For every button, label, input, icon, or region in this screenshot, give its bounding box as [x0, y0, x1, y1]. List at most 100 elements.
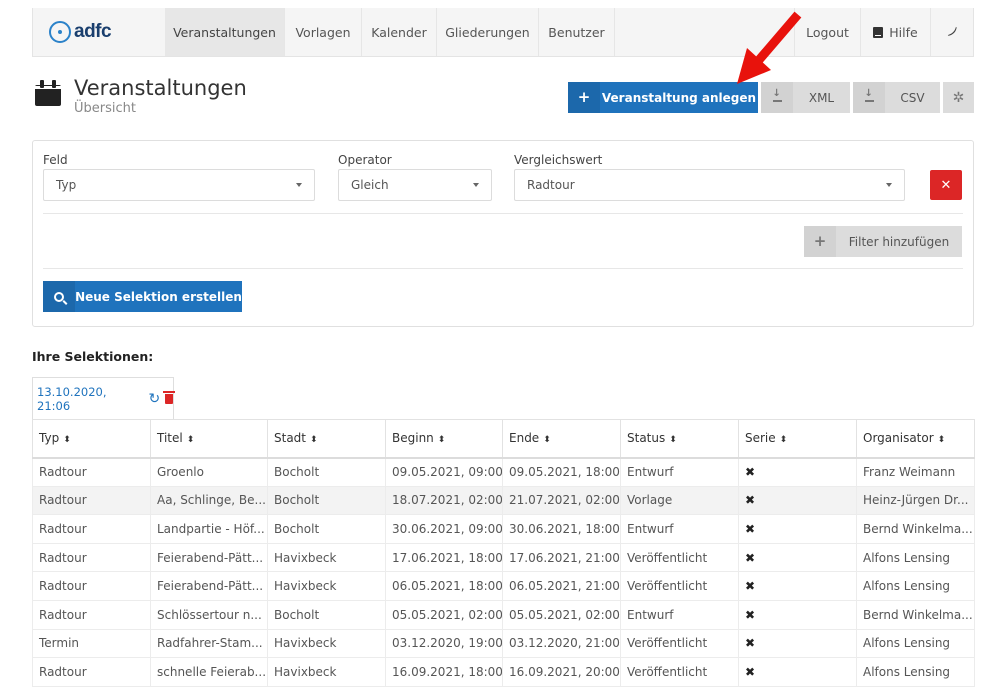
remove-filter-button[interactable]: ✕	[930, 170, 962, 200]
sort-icon: ⬍	[937, 435, 946, 446]
cell-typ: Termin	[32, 628, 151, 659]
cell-beginn: 30.06.2021, 09:00	[385, 514, 503, 544]
cell-stadt: Havixbeck	[267, 571, 386, 601]
sort-icon: ⬍	[437, 435, 446, 446]
cell-titel: Aa, Schlinge, Be...	[150, 485, 268, 516]
new-selection-button[interactable]: Neue Selektion erstellen	[43, 281, 242, 312]
nav-gliederungen[interactable]: Gliederungen	[437, 8, 539, 56]
new-selection-label: Neue Selektion erstellen	[75, 289, 242, 304]
logo-ring-icon	[49, 21, 71, 43]
cell-ende: 06.05.2021, 21:00	[502, 571, 621, 601]
plus-icon: +	[568, 82, 600, 113]
sort-icon: ⬍	[543, 435, 551, 446]
cell-serie: ✖	[738, 628, 857, 659]
nav-benutzer[interactable]: Benutzer	[539, 8, 615, 56]
trash-icon[interactable]	[163, 391, 175, 404]
column-header-typ[interactable]: Typ ⬍	[32, 419, 151, 459]
table-row[interactable]: Radtour Aa, Schlinge, Be... Bocholt 18.07.2…	[32, 485, 975, 516]
calendar-icon	[35, 80, 61, 106]
cell-stadt: Havixbeck	[267, 657, 386, 687]
cell-typ: Radtour	[32, 542, 151, 573]
cell-beginn: 18.07.2021, 02:00	[385, 485, 503, 516]
column-header-status[interactable]: Status ⬍	[620, 419, 739, 459]
download-icon	[853, 82, 885, 113]
compare-value-label: Vergleichswert	[514, 153, 603, 167]
table-row[interactable]: Radtour Schlössertour n... Bocholt 05.05.20…	[32, 599, 975, 630]
cell-organisator: Alfons Lensing	[856, 657, 975, 687]
cell-status: Vorlage	[620, 485, 739, 516]
table-row[interactable]: Radtour Landpartie - Höf... Bocholt 30.06.2…	[32, 514, 975, 544]
column-header-beginn[interactable]: Beginn ⬍	[385, 419, 503, 459]
cell-serie: ✖	[738, 457, 857, 487]
help-link[interactable]: Hilfe	[861, 8, 931, 56]
adfc-logo[interactable]: adfc	[33, 8, 165, 56]
cell-titel: Schlössertour n...	[150, 599, 268, 630]
nav-kalender[interactable]: Kalender	[362, 8, 437, 56]
caret-down-icon	[886, 183, 892, 187]
nav-veranstaltungen[interactable]: Veranstaltungen	[165, 8, 285, 56]
operator-select[interactable]: Gleich	[338, 169, 492, 201]
add-filter-button[interactable]: + Filter hinzufügen	[804, 226, 962, 257]
selection-tab-label: 13.10.2020, 21:06	[37, 385, 107, 413]
cell-organisator: Alfons Lensing	[856, 571, 975, 601]
cell-beginn: 06.05.2021, 18:00	[385, 571, 503, 601]
logo-text: adfc	[74, 21, 112, 42]
top-navbar: adfc Veranstaltungen Vorlagen Kalender G…	[32, 8, 974, 57]
cell-serie: ✖	[738, 571, 857, 601]
page-title: Veranstaltungen	[74, 76, 247, 100]
table-row[interactable]: Radtour schnelle Feierab... Havixbeck 16.09…	[32, 657, 975, 687]
cell-ende: 16.09.2021, 20:00	[502, 657, 621, 687]
selection-tab[interactable]: 13.10.2020, 21:06 ↻	[32, 377, 175, 420]
cell-stadt: Bocholt	[267, 457, 386, 487]
table-row[interactable]: Radtour Groenlo Bocholt 09.05.2021, 09:00 09…	[32, 457, 975, 487]
caret-down-icon	[473, 183, 479, 187]
page-subtitle: Übersicht	[74, 101, 136, 116]
column-header-label: Typ	[39, 431, 60, 446]
table-row[interactable]: Termin Radfahrer-Stam... Havixbeck 03.12.20…	[32, 628, 975, 659]
create-event-button[interactable]: + Veranstaltung anlegen	[568, 82, 758, 113]
cell-titel: schnelle Feierab...	[150, 657, 268, 687]
column-header-label: Organisator	[863, 431, 934, 446]
refresh-icon[interactable]: ↻	[148, 391, 160, 407]
close-icon: ✕	[940, 177, 952, 193]
caret-down-icon	[296, 183, 302, 187]
rss-link[interactable]: )	[931, 8, 974, 56]
table-row[interactable]: Radtour Feierabend-Pätt... Havixbeck 06.05.…	[32, 571, 975, 601]
cell-typ: Radtour	[32, 514, 151, 544]
table-row[interactable]: Radtour Feierabend-Pätt... Havixbeck 17.06.…	[32, 542, 975, 573]
create-event-label: Veranstaltung anlegen	[601, 90, 757, 105]
sort-icon: ⬍	[186, 435, 195, 446]
cell-beginn: 16.09.2021, 18:00	[385, 657, 503, 687]
export-csv-button[interactable]: CSV	[853, 82, 940, 113]
sort-icon: ⬍	[669, 435, 677, 446]
column-header-label: Ende	[509, 431, 540, 446]
column-header-organisator[interactable]: Organisator ⬍	[856, 419, 975, 459]
filter-panel: Feld Operator Vergleichswert Typ Gleich …	[32, 140, 974, 327]
compare-value-select[interactable]: Radtour	[514, 169, 905, 201]
sort-icon: ⬍	[63, 435, 71, 446]
settings-button[interactable]: ✲	[943, 82, 974, 113]
cell-beginn: 09.05.2021, 09:00	[385, 457, 503, 487]
cell-organisator: Alfons Lensing	[856, 628, 975, 659]
events-table: Typ ⬍ Titel ⬍ Stadt ⬍ Beginn ⬍ Ende ⬍ Status ⬍ Serie…	[32, 419, 975, 687]
nav-vorlagen[interactable]: Vorlagen	[285, 8, 362, 56]
export-csv-label: CSV	[900, 90, 925, 105]
cell-beginn: 17.06.2021, 18:00	[385, 542, 503, 573]
column-header-serie[interactable]: Serie ⬍	[738, 419, 857, 459]
cell-organisator: Alfons Lensing	[856, 542, 975, 573]
operator-select-value: Gleich	[351, 178, 389, 192]
cell-ende: 21.07.2021, 02:00	[502, 485, 621, 516]
divider	[43, 268, 963, 269]
cell-ende: 05.05.2021, 02:00	[502, 599, 621, 630]
column-header-titel[interactable]: Titel ⬍	[150, 419, 268, 459]
cell-stadt: Havixbeck	[267, 542, 386, 573]
field-select[interactable]: Typ	[43, 169, 315, 201]
table-header-row: Typ ⬍ Titel ⬍ Stadt ⬍ Beginn ⬍ Ende ⬍ Status ⬍ Serie…	[32, 419, 975, 459]
cell-serie: ✖	[738, 542, 857, 573]
cell-status: Entwurf	[620, 599, 739, 630]
column-header-ende[interactable]: Ende ⬍	[502, 419, 621, 459]
cell-status: Veröffentlicht	[620, 571, 739, 601]
rss-icon: )	[945, 24, 960, 40]
column-header-stadt[interactable]: Stadt ⬍	[267, 419, 386, 459]
cell-ende: 09.05.2021, 18:00	[502, 457, 621, 487]
